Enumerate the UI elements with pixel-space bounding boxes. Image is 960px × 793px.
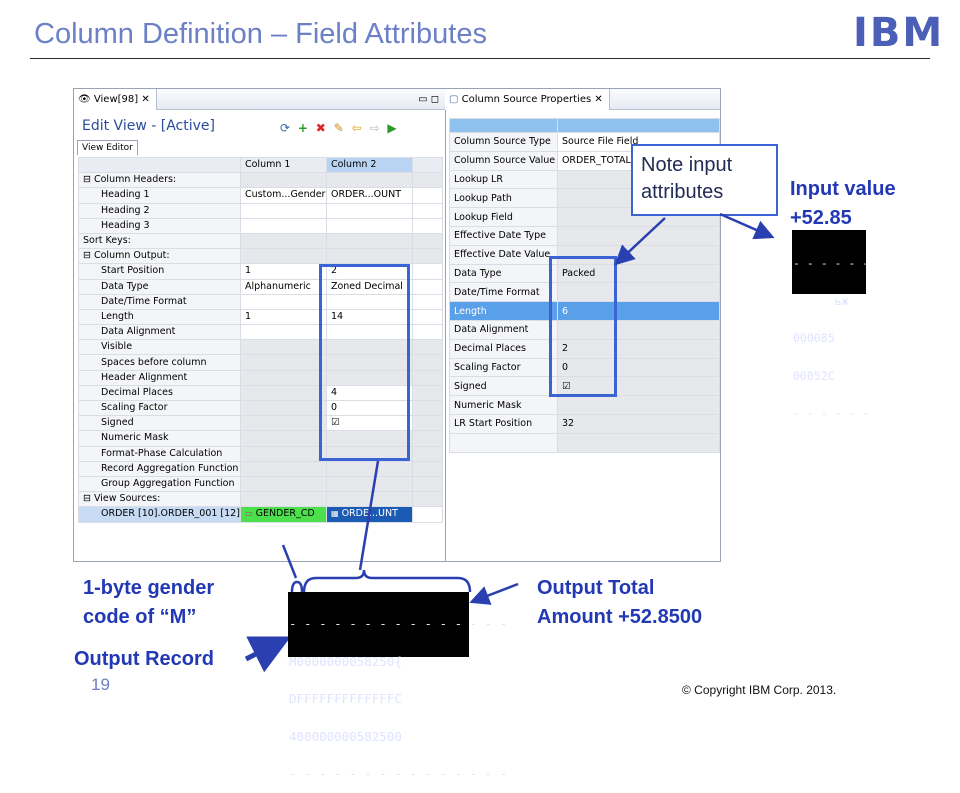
hex-line: - - - - - - bbox=[793, 256, 870, 270]
note-arrow bbox=[614, 217, 666, 266]
output-total-line-2: Amount +52.8500 bbox=[537, 606, 703, 628]
gender-code-line-2: code of “M” bbox=[83, 606, 197, 628]
hex-line: - - - - - - - - - - - - - - - bbox=[289, 766, 508, 781]
input-value-title: Input value bbox=[790, 178, 896, 200]
gender-code-line-1: 1-byte gender bbox=[83, 577, 215, 599]
output-hex-dump: - - - - - - - - - - - - - - - M000000005… bbox=[288, 592, 508, 780]
hex-line: - - - - - - - - - - - - - - - bbox=[289, 616, 508, 631]
hex-line: - - - - - - bbox=[793, 406, 870, 420]
gender-connector bbox=[281, 544, 298, 579]
input-value-arrow bbox=[719, 212, 775, 240]
output-record-arrow bbox=[244, 636, 291, 673]
output-record-label: Output Record bbox=[74, 648, 214, 670]
input-value-label: Input value +52.85 bbox=[790, 175, 896, 233]
page-number: 19 bbox=[91, 675, 110, 694]
hex-line: ьж bbox=[793, 293, 849, 308]
gender-brace bbox=[290, 580, 304, 593]
output-total-label: Output Total Amount +52.8500 bbox=[537, 574, 702, 632]
copyright: © Copyright IBM Corp. 2013. bbox=[682, 683, 837, 697]
output-total-arrow bbox=[469, 582, 519, 605]
gender-code-label: 1-byte gender code of “M” bbox=[83, 574, 214, 632]
input-value-number: +52.85 bbox=[790, 207, 852, 229]
hex-line: 00052C bbox=[793, 368, 835, 383]
hex-line: 000085 bbox=[793, 331, 835, 345]
output-total-connector bbox=[358, 460, 380, 571]
output-total-line-1: Output Total bbox=[537, 577, 655, 599]
hex-line: 400000000582500 bbox=[289, 728, 402, 744]
input-hex-dump: - - - - - - ьж 000085 00052C - - - - - - bbox=[792, 230, 870, 419]
total-brace bbox=[302, 569, 472, 593]
hex-line: M0000000058250{ bbox=[289, 653, 402, 669]
hex-line: DFFFFFFFFFFFFFC bbox=[289, 691, 402, 706]
